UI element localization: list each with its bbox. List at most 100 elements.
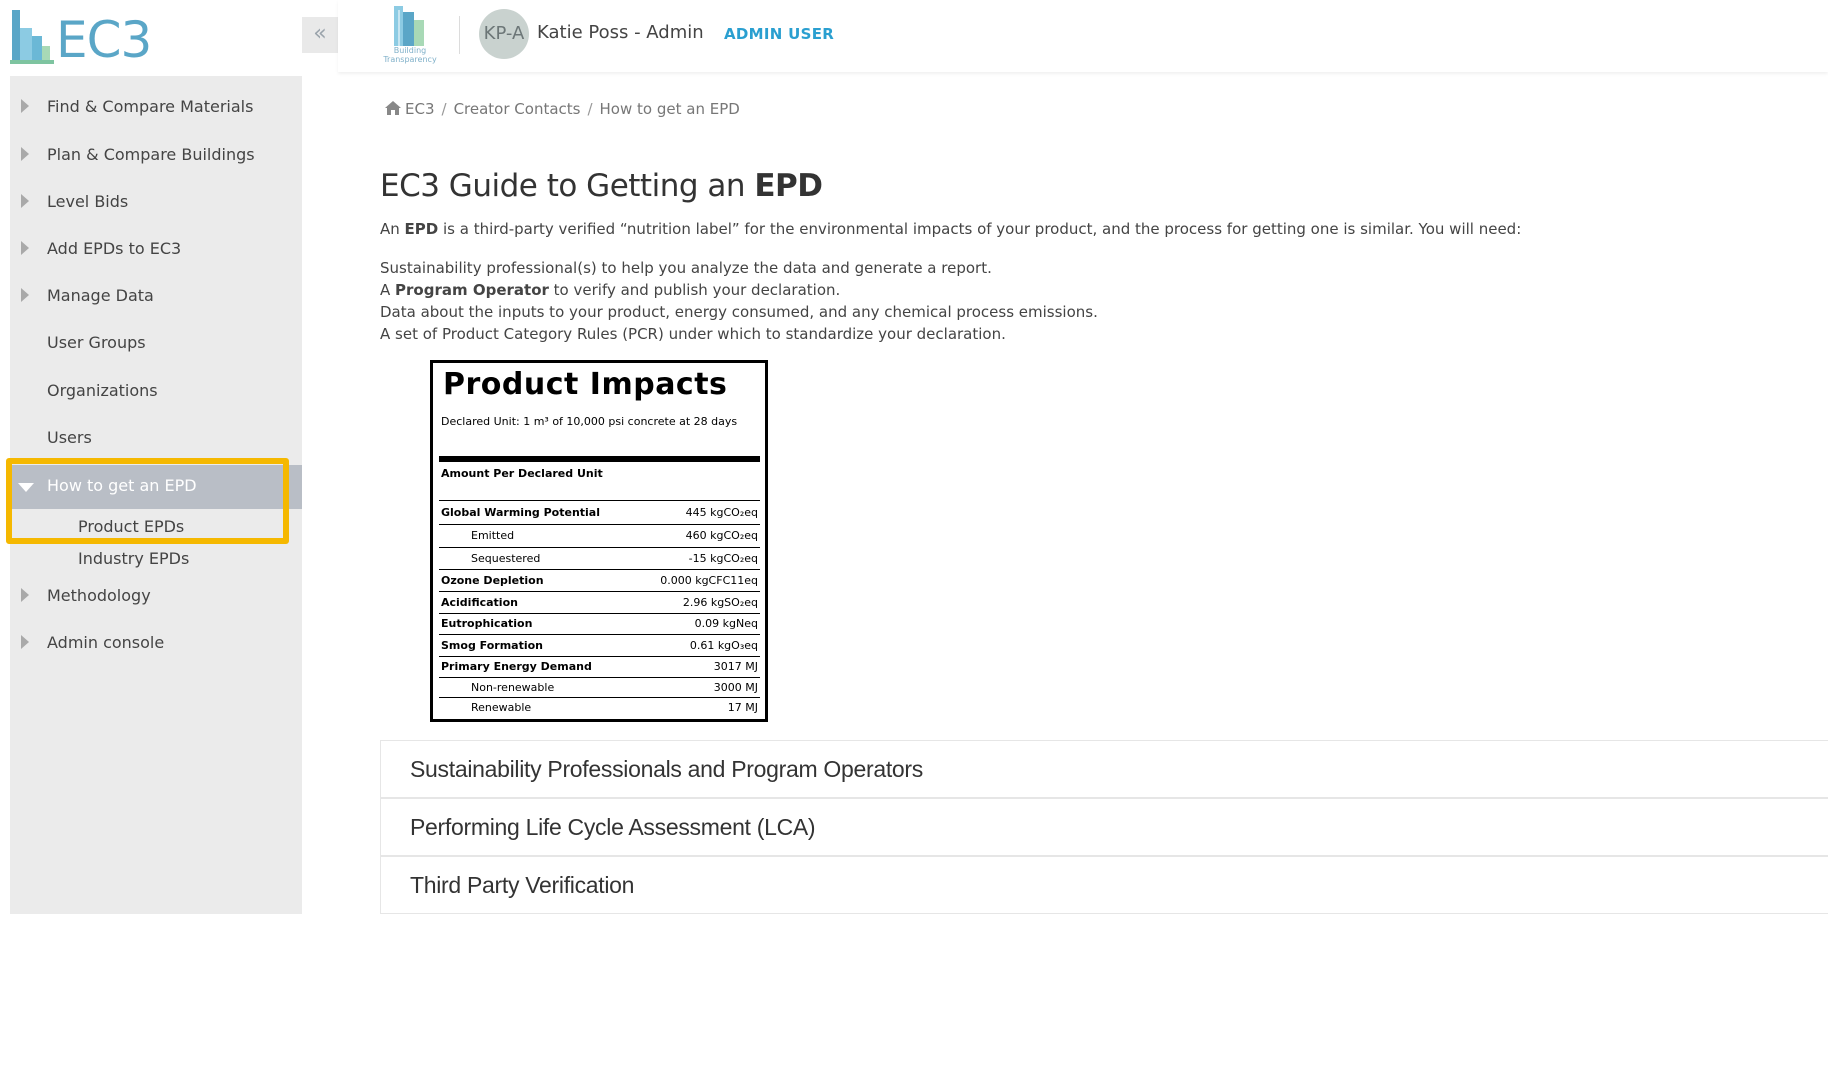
accordion-title: Third Party Verification (410, 872, 635, 898)
avatar[interactable]: KP-A (479, 9, 529, 59)
main-content: EC3 / Creator Contacts / How to get an EPD E… (302, 72, 1828, 1066)
list-bold: Program Operator (395, 281, 549, 299)
impact-row: Global Warming Potential 445 kgCO₂eq (439, 503, 760, 523)
impact-row: Non-renewable 3000 MJ (439, 678, 760, 698)
impact-value: 3000 MJ (713, 681, 758, 694)
impact-name: Acidification (441, 596, 518, 609)
sidebar-item-label: Find & Compare Materials (47, 97, 254, 116)
caret-down-icon (18, 483, 34, 492)
declared-unit: Declared Unit: 1 m³ of 10,000 psi concre… (441, 415, 738, 428)
sidebar-subitem-product-epds[interactable]: Product EPDs (10, 510, 302, 540)
requirements-list: Sustainability professional(s) to help y… (380, 257, 1098, 345)
accordion-third-party-verification[interactable]: Third Party Verification (380, 856, 1828, 914)
sidebar-subitem-label: Product EPDs (78, 517, 185, 536)
sidebar-item-label: Organizations (47, 381, 158, 400)
impact-row: Renewable 17 MJ (439, 698, 760, 718)
sidebar-item-admin-console[interactable]: Admin console (10, 620, 302, 664)
impact-name: Emitted (471, 529, 515, 542)
sidebar-item-find-compare-materials[interactable]: Find & Compare Materials (10, 84, 302, 128)
impact-name: Renewable (471, 701, 532, 714)
impact-row: Eutrophication 0.09 kgNeq (439, 614, 760, 634)
impact-row: Acidification 2.96 kgSO₂eq (439, 593, 760, 613)
impact-row: Emitted 460 kgCO₂eq (439, 526, 760, 546)
caret-right-icon (21, 588, 29, 602)
sidebar-item-manage-data[interactable]: Manage Data (10, 273, 302, 317)
sidebar-item-organizations[interactable]: Organizations (10, 368, 302, 412)
impact-name: Primary Energy Demand (441, 660, 592, 673)
accordion-title: Performing Life Cycle Assessment (LCA) (410, 814, 816, 840)
sidebar-item-label: Admin console (47, 633, 165, 652)
caret-right-icon (21, 99, 29, 113)
breadcrumb-separator: / (587, 100, 593, 118)
intro-text: An (380, 220, 405, 238)
sidebar-item-label: Level Bids (47, 192, 129, 211)
sidebar-subitem-industry-epds[interactable]: Industry EPDs (10, 542, 302, 572)
breadcrumb-current: How to get an EPD (599, 100, 740, 118)
label-title: Product Impacts (443, 367, 728, 402)
sidebar-item-label: Add EPDs to EC3 (47, 239, 182, 258)
intro-paragraph: An EPD is a third-party verified “nutrit… (380, 220, 1521, 238)
buildings-logo-icon (10, 10, 54, 64)
sidebar-item-label: Manage Data (47, 286, 154, 305)
building-transparency-logo[interactable]: Building Transparency (380, 4, 440, 66)
bt-logo-caption: Building Transparency (383, 46, 437, 64)
impact-value: 460 kgCO₂eq (685, 529, 758, 542)
label-rule (439, 524, 760, 525)
sidebar-item-user-groups[interactable]: User Groups (10, 320, 302, 364)
label-rule (439, 591, 760, 592)
impact-name: Eutrophication (441, 617, 533, 630)
sidebar-subitem-label: Industry EPDs (78, 549, 190, 568)
impact-value: 0.61 kgO₃eq (689, 639, 758, 652)
impact-name: Smog Formation (441, 639, 543, 652)
breadcrumb-separator: / (441, 100, 447, 118)
product-impacts-label: Product Impacts Declared Unit: 1 m³ of 1… (430, 360, 768, 722)
accordion-sustainability-professionals[interactable]: Sustainability Professionals and Program… (380, 740, 1828, 798)
intro-text: is a third-party verified “nutrition lab… (438, 220, 1522, 238)
intro-bold: EPD (404, 220, 439, 238)
impact-value: 17 MJ (727, 701, 758, 714)
user-name[interactable]: Katie Poss - Admin (537, 22, 704, 43)
impact-name: Ozone Depletion (441, 574, 544, 587)
home-icon[interactable] (385, 101, 401, 115)
sidebar-item-methodology[interactable]: Methodology (10, 573, 302, 617)
impact-row: Primary Energy Demand 3017 MJ (439, 657, 760, 677)
sidebar-item-label: Users (47, 428, 92, 447)
list-item: Data about the inputs to your product, e… (380, 303, 1098, 321)
caret-right-icon (21, 288, 29, 302)
sidebar-edge (0, 0, 10, 914)
collapse-sidebar-button[interactable]: « (302, 17, 338, 53)
sidebar-item-users[interactable]: Users (10, 415, 302, 459)
app-logo[interactable]: EC3 (10, 0, 302, 76)
accordion-performing-lca[interactable]: Performing Life Cycle Assessment (LCA) (380, 798, 1828, 856)
label-rule (439, 634, 760, 635)
sidebar: EC3 Find & Compare Materials Plan & Comp… (0, 0, 302, 914)
caret-right-icon (21, 635, 29, 649)
breadcrumb-link-ec3[interactable]: EC3 (405, 100, 435, 118)
breadcrumb: EC3 / Creator Contacts / How to get an EPD (385, 100, 740, 118)
label-rule (439, 500, 760, 501)
amount-header: Amount Per Declared Unit (441, 467, 603, 480)
list-item: Sustainability professional(s) to help y… (380, 259, 992, 277)
list-item: A set of Product Category Rules (PCR) un… (380, 325, 1006, 343)
impact-value: 0.09 kgNeq (694, 617, 758, 630)
sidebar-item-how-to-get-epd[interactable]: How to get an EPD (10, 465, 302, 509)
breadcrumb-link-creator-contacts[interactable]: Creator Contacts (454, 100, 581, 118)
impact-name: Non-renewable (471, 681, 555, 694)
impact-value: 0.000 kgCFC11eq (660, 574, 758, 587)
impact-row: Sequestered -15 kgCO₂eq (439, 549, 760, 569)
sidebar-item-add-epds[interactable]: Add EPDs to EC3 (10, 226, 302, 270)
sidebar-item-level-bids[interactable]: Level Bids (10, 179, 302, 223)
impact-value: 3017 MJ (713, 660, 758, 673)
caret-right-icon (21, 194, 29, 208)
impact-row: Ozone Depletion 0.000 kgCFC11eq (439, 571, 760, 591)
header-divider (459, 16, 460, 54)
sidebar-item-label: Methodology (47, 586, 151, 605)
page-title-bold: EPD (754, 168, 823, 204)
sidebar-item-plan-compare-buildings[interactable]: Plan & Compare Buildings (10, 132, 302, 176)
list-text: to verify and publish your declaration. (548, 281, 841, 299)
building-transparency-icon (394, 6, 424, 46)
label-rule (439, 569, 760, 570)
impact-value: 2.96 kgSO₂eq (682, 596, 758, 609)
label-rule (439, 547, 760, 548)
list-text: A (380, 281, 396, 299)
